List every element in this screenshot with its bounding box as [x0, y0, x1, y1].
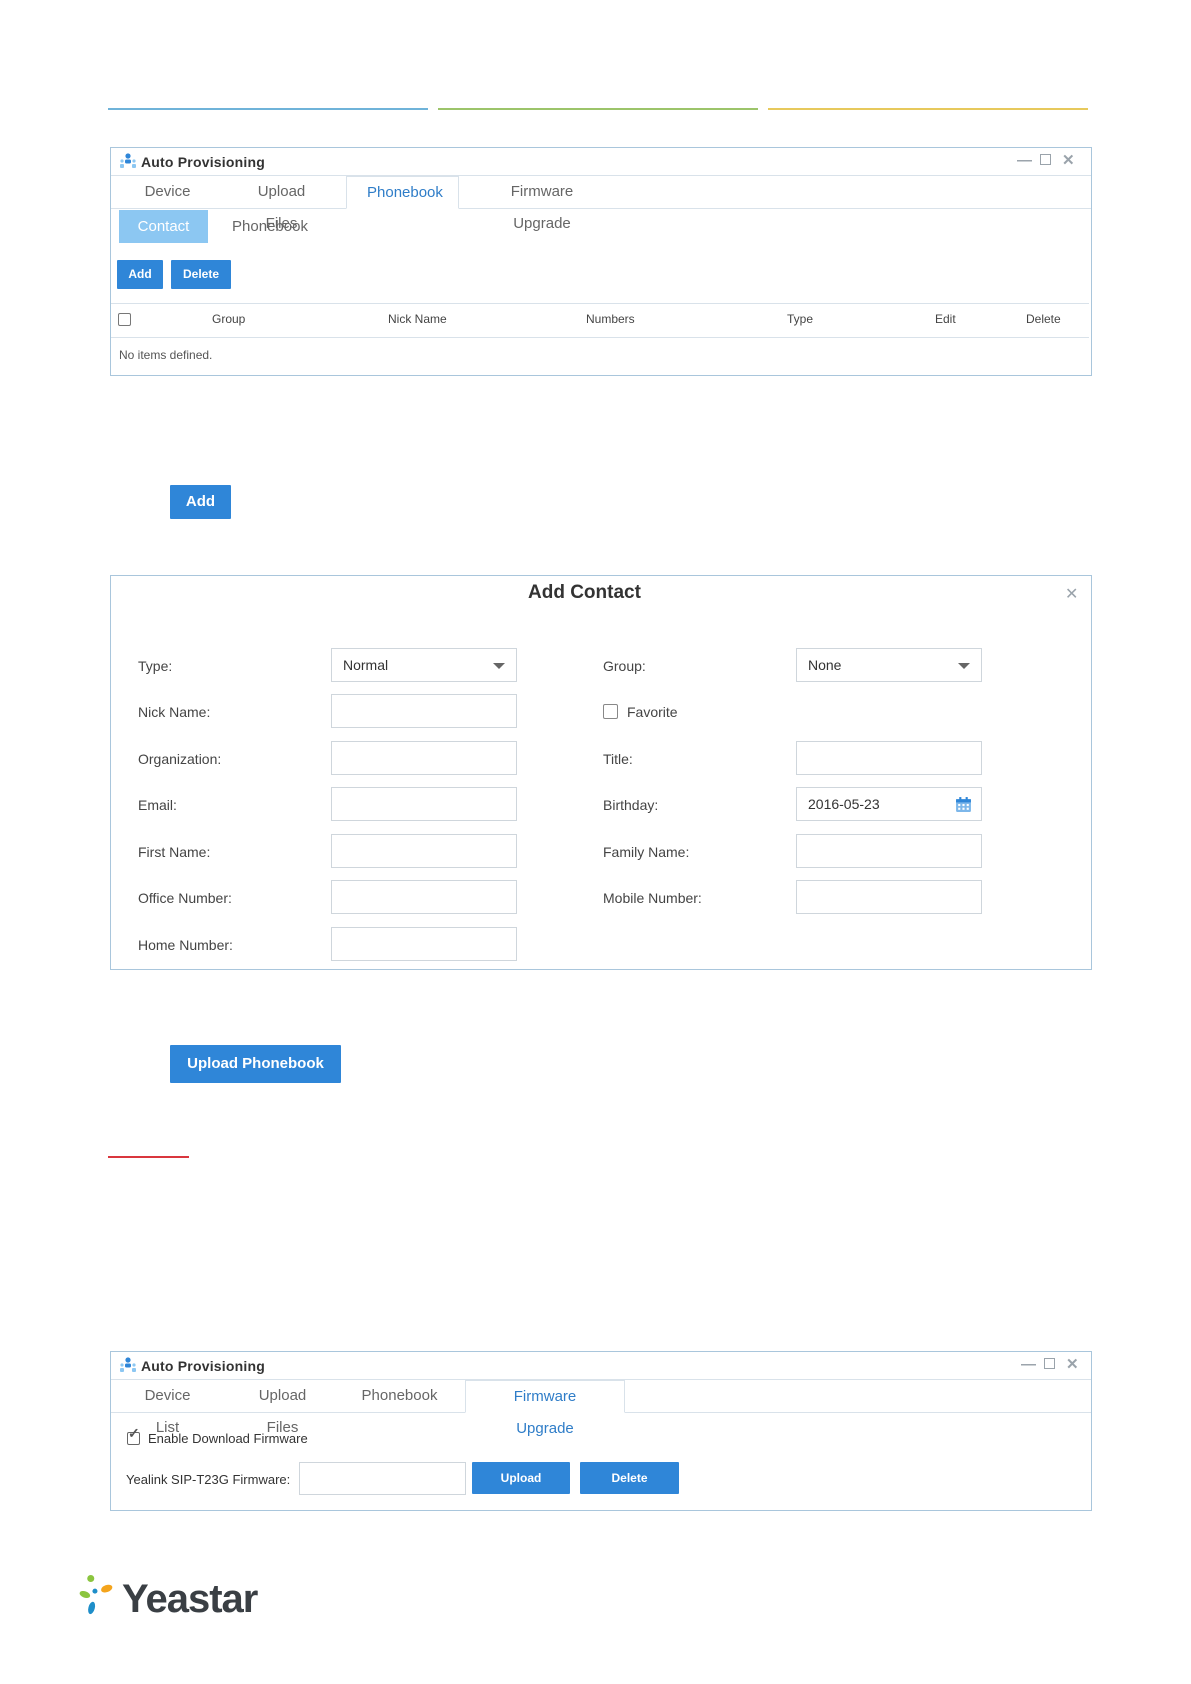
app-users-icon [120, 1357, 136, 1372]
close-icon[interactable]: ✕ [1062, 153, 1075, 168]
group-select[interactable]: None [796, 648, 982, 682]
dropdown-caret-icon [958, 663, 970, 669]
subtab-phonebook[interactable]: Phonebook [222, 210, 318, 243]
maximize-icon[interactable] [1040, 154, 1051, 165]
column-numbers: Numbers [586, 312, 635, 326]
close-icon[interactable]: ✕ [1066, 1357, 1079, 1372]
type-select-value: Normal [343, 657, 389, 673]
calendar-icon[interactable] [955, 796, 972, 813]
minimize-icon[interactable]: — [1017, 153, 1032, 168]
first-name-field[interactable] [331, 834, 517, 868]
column-delete: Delete [1026, 312, 1061, 326]
panel-title: Auto Provisioning [141, 1358, 265, 1374]
logo-text: Yeastar [122, 1577, 258, 1621]
dialog-close-icon[interactable]: ✕ [1065, 584, 1078, 604]
auto-provisioning-panel-phonebook: Auto Provisioning — ✕ Device List Upload… [110, 147, 1092, 376]
type-select[interactable]: Normal [331, 648, 517, 682]
minimize-icon[interactable]: — [1021, 1357, 1036, 1372]
office-number-label: Office Number: [138, 890, 232, 906]
yeastar-logo-icon [79, 1574, 113, 1615]
birthday-value: 2016-05-23 [808, 796, 880, 812]
type-label: Type: [138, 658, 173, 674]
favorite-checkbox[interactable] [603, 704, 618, 719]
column-group: Group [212, 312, 246, 326]
email-label: Email: [138, 797, 177, 813]
enable-download-label: Enable Download Firmware [148, 1431, 308, 1446]
tab-firmware-upgrade[interactable]: Firmware Upgrade [465, 1380, 625, 1437]
firmware-file-field[interactable] [299, 1462, 466, 1495]
first-name-label: First Name: [138, 844, 211, 860]
title-label: Title: [603, 751, 633, 767]
panel-title: Auto Provisioning [141, 154, 265, 170]
column-type: Type [787, 312, 814, 326]
tab-upload-files[interactable]: Upload Files [224, 1380, 341, 1436]
panel-title-bar: Auto Provisioning — ✕ [111, 1352, 1091, 1380]
delete-button[interactable]: Delete [171, 260, 231, 289]
family-name-field[interactable] [796, 834, 982, 868]
home-number-field[interactable] [331, 927, 517, 961]
favorite-label: Favorite [627, 704, 678, 720]
tab-device-list[interactable]: Device List [111, 1380, 224, 1436]
birthday-field[interactable]: 2016-05-23 [796, 787, 982, 821]
panel-title-bar: Auto Provisioning — ✕ [111, 148, 1091, 176]
tab-device-list[interactable]: Device List [111, 176, 224, 232]
nick-name-field[interactable] [331, 694, 517, 728]
column-nick-name: Nick Name [388, 312, 447, 326]
tab-phonebook[interactable]: Phonebook [341, 1380, 458, 1412]
organization-field[interactable] [331, 741, 517, 775]
nick-name-label: Nick Name: [138, 704, 211, 720]
firmware-label: Yealink SIP-T23G Firmware: [126, 1472, 291, 1487]
home-number-label: Home Number: [138, 937, 233, 953]
empty-table-message: No items defined. [119, 348, 213, 362]
dialog-title: Add Contact [528, 582, 641, 603]
tab-bar: Device List Upload Files Phonebook Firmw… [111, 176, 1091, 232]
maximize-icon[interactable] [1044, 1358, 1055, 1369]
mobile-number-field[interactable] [796, 880, 982, 914]
group-label: Group: [603, 658, 646, 674]
header-line-yellow [768, 108, 1088, 110]
red-divider [108, 1156, 189, 1158]
upload-phonebook-button[interactable]: Upload Phonebook [170, 1045, 341, 1083]
column-edit: Edit [935, 312, 956, 326]
dropdown-caret-icon [493, 663, 505, 669]
tab-upload-files[interactable]: Upload Files [224, 176, 339, 232]
select-all-checkbox[interactable] [118, 313, 131, 326]
upload-button[interactable]: Upload [472, 1462, 570, 1494]
header-line-blue [108, 108, 428, 110]
app-users-icon [120, 153, 136, 168]
group-select-value: None [808, 657, 842, 673]
subtab-contact[interactable]: Contact [119, 210, 208, 243]
tab-phonebook[interactable]: Phonebook [346, 176, 459, 209]
tab-bar: Device List Upload Files Phonebook Firmw… [111, 1380, 1091, 1437]
delete-firmware-button[interactable]: Delete [580, 1462, 679, 1494]
email-field[interactable] [331, 787, 517, 821]
title-field[interactable] [796, 741, 982, 775]
birthday-label: Birthday: [603, 797, 659, 813]
tab-firmware-upgrade[interactable]: Firmware Upgrade [462, 176, 622, 232]
family-name-label: Family Name: [603, 844, 690, 860]
organization-label: Organization: [138, 751, 222, 767]
header-line-green [438, 108, 758, 110]
add-button[interactable]: Add [117, 260, 163, 289]
office-number-field[interactable] [331, 880, 517, 914]
add-button-illustration[interactable]: Add [170, 485, 231, 519]
checkbox-checked-icon: ✓ [128, 1425, 140, 1441]
mobile-number-label: Mobile Number: [603, 890, 702, 906]
